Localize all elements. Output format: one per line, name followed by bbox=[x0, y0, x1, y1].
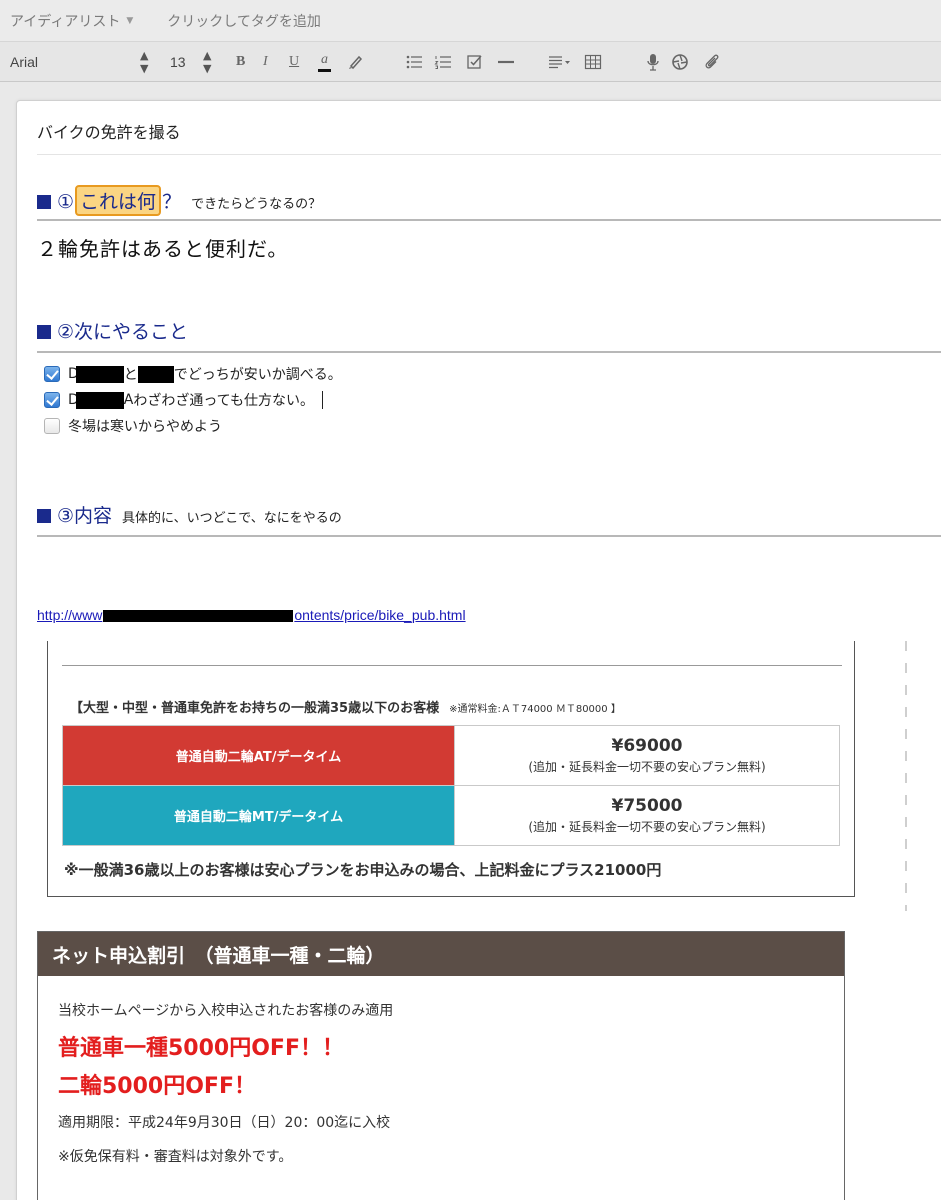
section-2-title: ②次にやること bbox=[57, 321, 189, 343]
todo-text-c: でどっちが安いか調べる。 bbox=[173, 367, 342, 383]
text-color-label: a bbox=[321, 51, 328, 67]
net-discount-offer-car: 普通車一種5000円OFF！！ bbox=[58, 1036, 344, 1061]
add-tag-field[interactable]: クリックしてタグを追加 bbox=[167, 11, 321, 31]
font-size-stepper-icon[interactable]: ▲ ▼ bbox=[203, 42, 211, 82]
redaction-block bbox=[75, 365, 124, 383]
font-family-stepper-icon[interactable]: ▲ ▼ bbox=[140, 42, 148, 82]
text-cursor bbox=[321, 391, 323, 409]
section-1-suffix: ？ bbox=[162, 191, 182, 213]
horizontal-rule-icon[interactable] bbox=[497, 42, 515, 82]
plan-price-cell: ¥69000 (追加・延長料金一切不要の安心プラン無料) bbox=[454, 725, 840, 786]
redaction-block bbox=[103, 610, 294, 623]
square-bullet-icon bbox=[37, 325, 51, 339]
plan-name-at: 普通自動二輪AT/データイム bbox=[62, 725, 455, 786]
plan-price-cell: ¥75000 (追加・延長料金一切不要の安心プラン無料) bbox=[454, 785, 840, 846]
net-discount-period: 適用期限：平成24年9月30日（日）20：00迄に入校 bbox=[58, 1115, 391, 1131]
price-table-heading: 【大型・中型・普通車免許をお持ちの一般満35歳以下のお客様 ※通常料金:ＡＴ740… bbox=[70, 697, 621, 716]
plan-price-note: (追加・延長料金一切不要の安心プラン無料) bbox=[528, 760, 766, 774]
net-discount-offer-bike: 二輪5000円OFF！ bbox=[58, 1074, 256, 1099]
todo-item: 冬場は寒いからやめよう bbox=[44, 416, 222, 436]
font-family-select[interactable]: Arial bbox=[10, 42, 38, 82]
net-discount-intro: 当校ホームページから入校申込されたお客様のみ適用 bbox=[58, 1003, 394, 1019]
font-size-select[interactable]: 13 bbox=[170, 42, 186, 82]
square-bullet-icon bbox=[37, 509, 51, 523]
section-3-heading: ③内容 具体的に、いつどこで、なにをやるの bbox=[37, 501, 342, 528]
redaction-block bbox=[137, 365, 174, 383]
notebook-selector[interactable]: アイディアリスト ▼ bbox=[10, 11, 133, 31]
square-bullet-icon bbox=[37, 195, 51, 209]
todo-item: D と でどっちが安いか調べる。 bbox=[44, 364, 342, 384]
highlighter-icon[interactable] bbox=[346, 42, 364, 82]
bold-button[interactable]: B bbox=[236, 42, 245, 82]
underline-button[interactable]: U bbox=[289, 42, 299, 82]
price-table: 普通自動二輪AT/データイム ¥69000 (追加・延長料金一切不要の安心プラン… bbox=[62, 725, 840, 846]
attachment-icon[interactable] bbox=[703, 42, 721, 82]
todo-item: D A わざわざ通っても仕方ない。 bbox=[44, 390, 323, 410]
price-heading-small: ※通常料金:ＡＴ74000 ＭＴ80000 】 bbox=[449, 704, 621, 715]
section-1-prefix: ① bbox=[57, 191, 75, 213]
title-divider bbox=[37, 154, 941, 155]
plan-name-mt: 普通自動二輪MT/データイム bbox=[62, 785, 455, 846]
highlighted-text: これは何 bbox=[75, 185, 162, 216]
note-header-bar: アイディアリスト ▼ クリックしてタグを追加 bbox=[0, 0, 941, 42]
section-1-body: ２輪免許はあると便利だ。 bbox=[37, 237, 289, 261]
net-discount-body: 当校ホームページから入校申込されたお客様のみ適用 普通車一種5000円OFF！！… bbox=[38, 976, 844, 1166]
table-icon[interactable] bbox=[584, 42, 602, 82]
net-discount-box: ネット申込割引 （普通車一種・二輪） 当校ホームページから入校申込されたお客様の… bbox=[37, 931, 845, 1200]
table-row: 普通自動二輪AT/データイム ¥69000 (追加・延長料金一切不要の安心プラン… bbox=[62, 725, 840, 786]
note-title-field[interactable]: バイクの免許を撮る bbox=[37, 119, 181, 143]
section-2-heading: ②次にやること bbox=[37, 317, 188, 344]
italic-button[interactable]: I bbox=[263, 42, 268, 82]
todo-text-b: A bbox=[123, 392, 134, 408]
price-heading-main: 【大型・中型・普通車免許をお持ちの一般満35歳以下のお客様 bbox=[70, 701, 440, 716]
bullet-list-icon[interactable] bbox=[405, 42, 423, 82]
checkbox-unchecked[interactable] bbox=[44, 418, 60, 434]
chevron-down-icon: ▼ bbox=[126, 15, 134, 26]
checkbox-checked[interactable] bbox=[44, 392, 60, 408]
clip-edge-dashes bbox=[905, 641, 907, 911]
price-footnote: ※一般満36歳以上のお客様は安心プランをお申込みの場合、上記料金にプラス2100… bbox=[64, 861, 662, 879]
camera-icon[interactable] bbox=[671, 42, 689, 82]
plan-price: ¥75000 bbox=[611, 796, 683, 816]
net-discount-note: ※仮免保有料・審査料は対象外です。 bbox=[58, 1149, 293, 1165]
divider bbox=[62, 665, 842, 666]
section-3-divider bbox=[37, 535, 941, 537]
table-row: 普通自動二輪MT/データイム ¥75000 (追加・延長料金一切不要の安心プラン… bbox=[62, 785, 840, 846]
numbered-list-icon[interactable] bbox=[434, 42, 452, 82]
section-3-title: ③内容 bbox=[57, 505, 113, 527]
checkbox-icon[interactable] bbox=[466, 42, 484, 82]
section-1-subtitle: できたらどうなるの？ bbox=[191, 197, 322, 212]
price-page-link[interactable]: http://www ontents/price/bike_pub.html bbox=[37, 607, 466, 623]
checkbox-checked[interactable] bbox=[44, 366, 60, 382]
notebook-name: アイディアリスト bbox=[10, 13, 121, 30]
link-prefix: http://www bbox=[37, 607, 103, 623]
redaction-block bbox=[75, 391, 124, 409]
section-1-heading: ① これは何 ？ できたらどうなるの？ bbox=[37, 185, 321, 216]
net-discount-title: ネット申込割引 （普通車一種・二輪） bbox=[38, 932, 844, 976]
align-icon[interactable] bbox=[548, 42, 572, 82]
todo-text-c: わざわざ通っても仕方ない。 bbox=[133, 393, 314, 409]
section-2-divider bbox=[37, 351, 941, 353]
todo-text: 冬場は寒いからやめよう bbox=[68, 419, 222, 435]
plan-price-note: (追加・延長料金一切不要の安心プラン無料) bbox=[528, 820, 766, 834]
link-suffix: ontents/price/bike_pub.html bbox=[294, 607, 466, 623]
microphone-icon[interactable] bbox=[644, 42, 662, 82]
section-3-subtitle: 具体的に、いつどこで、なにをやるの bbox=[122, 511, 342, 526]
plan-price: ¥69000 bbox=[611, 736, 683, 756]
text-color-swatch bbox=[318, 68, 331, 72]
section-1-divider bbox=[37, 219, 941, 221]
todo-text-b: と bbox=[123, 367, 138, 383]
text-color-button[interactable]: a bbox=[318, 42, 331, 82]
formatting-toolbar: Arial ▲ ▼ 13 ▲ ▼ B I U a bbox=[0, 42, 941, 82]
note-editor[interactable]: バイクの免許を撮る ① これは何 ？ できたらどうなるの？ ２輪免許はあると便利… bbox=[16, 100, 941, 1200]
price-table-box: 【大型・中型・普通車免許をお持ちの一般満35歳以下のお客様 ※通常料金:ＡＴ740… bbox=[47, 641, 855, 897]
